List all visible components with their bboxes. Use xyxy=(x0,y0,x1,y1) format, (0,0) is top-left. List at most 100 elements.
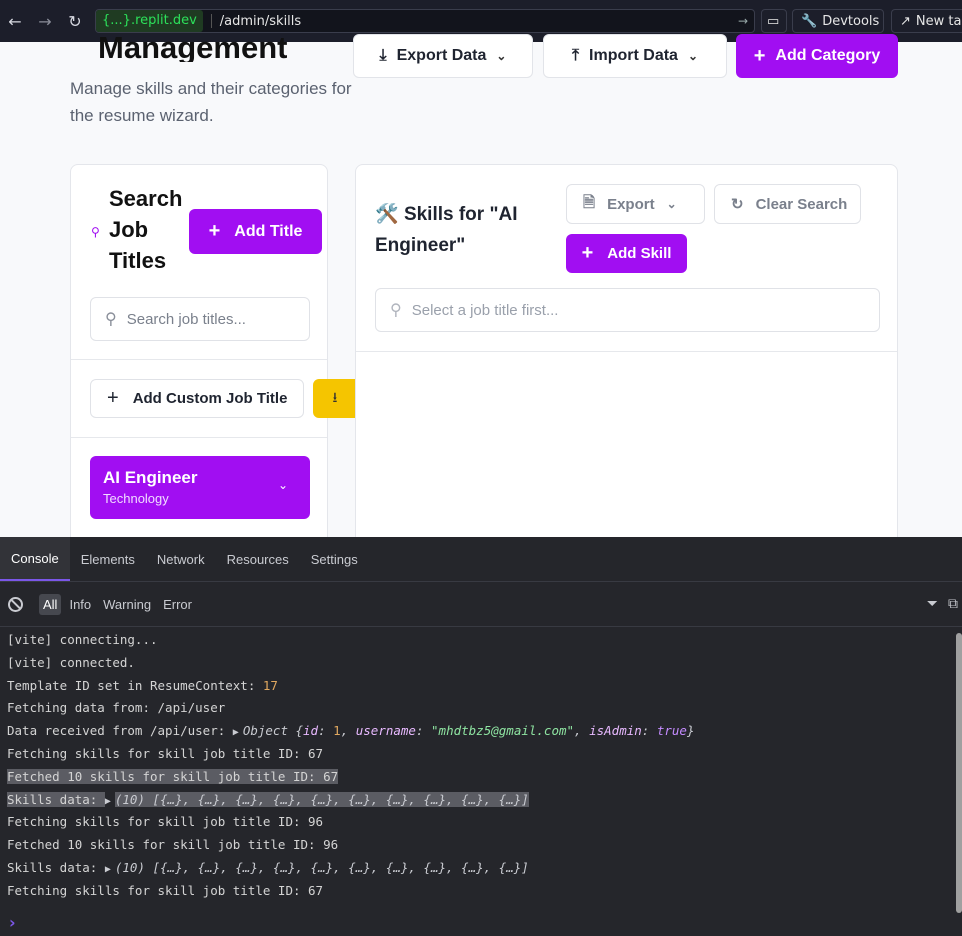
import-data-label: Import Data xyxy=(589,47,678,64)
console-array[interactable]: (10) [{…}, {…}, {…}, {…}, {…}, {…}, {…},… xyxy=(114,791,529,807)
export-data-button[interactable]: ⤓ Export Data ⌄ xyxy=(353,34,533,78)
copy-icon[interactable]: ⧉ xyxy=(948,596,958,612)
tab-console[interactable]: Console xyxy=(0,537,70,581)
skill-search-input[interactable]: ⚲ Select a job title first... xyxy=(375,288,880,332)
new-tab-label: New tab xyxy=(915,13,962,29)
external-link-icon: ↗ xyxy=(900,13,911,29)
devtools-button[interactable]: 🔧 Devtools xyxy=(792,9,884,33)
reload-icon[interactable]: ↻ xyxy=(60,0,90,42)
console-prompt-icon[interactable]: › xyxy=(9,913,16,932)
chevron-down-icon: ⌄ xyxy=(496,49,507,63)
add-category-button[interactable]: + Add Category xyxy=(736,34,898,78)
import-data-button[interactable]: ⤒ Import Data ⌄ xyxy=(543,34,727,78)
tab-resources[interactable]: Resources xyxy=(216,537,300,581)
console-text-highlighted: Fetched 10 skills for skill job title ID… xyxy=(7,768,339,784)
filter-warning[interactable]: Warning xyxy=(99,594,155,615)
new-tab-button[interactable]: ↗ New tab xyxy=(891,9,962,33)
console-text: Template ID set in ResumeContext: xyxy=(7,677,263,693)
clear-search-button[interactable]: ↻ Clear Search xyxy=(714,184,861,224)
job-title-item[interactable]: AI Engineer Technology ⌄ xyxy=(90,456,310,519)
monitor-icon[interactable]: ▭ xyxy=(761,9,787,33)
console-line: Template ID set in ResumeContext: 17 xyxy=(0,675,962,698)
object-value: "mhdtbz5@gmail.com" xyxy=(431,723,575,739)
object-value: 1 xyxy=(333,723,341,739)
chevron-down-icon[interactable]: ⌄ xyxy=(278,478,288,492)
export-label: Export xyxy=(607,195,655,213)
clear-console-icon[interactable] xyxy=(8,596,23,612)
expand-triangle-icon[interactable]: ▶ xyxy=(105,864,111,875)
console-scrollbar[interactable] xyxy=(956,633,962,913)
hammer-wrench-icon: 🛠️ xyxy=(375,204,404,225)
console-line: Fetching skills for skill job title ID: … xyxy=(7,814,324,830)
devtools-panel: Console Elements Network Resources Setti… xyxy=(0,537,962,936)
back-icon[interactable]: ← xyxy=(0,0,30,42)
object-colon: : xyxy=(415,723,432,739)
console-line: Skills data: ▶ (10) [{…}, {…}, {…}, {…}, … xyxy=(0,857,962,880)
console-number: 17 xyxy=(262,677,278,693)
object-comma: , xyxy=(340,723,356,739)
devtools-tabs: Console Elements Network Resources Setti… xyxy=(0,537,962,582)
console-line: Data received from /api/user: ▶ Object {i… xyxy=(0,720,962,743)
console-object[interactable]: Object { xyxy=(243,723,303,738)
object-colon: : xyxy=(641,723,657,739)
console-text: Data received from /api/user: xyxy=(7,723,233,739)
filter-error[interactable]: Error xyxy=(159,594,196,615)
object-close: } xyxy=(686,723,695,739)
console-line: [vite] connected. xyxy=(7,654,135,670)
import-icon[interactable]: ⭳ xyxy=(313,379,357,418)
job-title-search-input[interactable]: ⚲ Search job titles... xyxy=(90,297,310,341)
console-filter-bar: All Info Warning Error ⏷ ⧉ xyxy=(0,582,962,627)
console-line: [vite] connecting... xyxy=(7,632,158,647)
upload-icon: ⤒ xyxy=(571,47,580,64)
add-title-label: Add Title xyxy=(234,222,303,240)
tab-settings[interactable]: Settings xyxy=(300,537,369,581)
job-titles-panel: ⚲ Search Job Titles + Add Title ⚲ Search… xyxy=(70,164,357,564)
chevron-down-icon: ⌄ xyxy=(687,49,699,63)
skills-panel-title: 🛠️ Skills for "AI Engineer" xyxy=(375,199,565,261)
download-icon: ⤓ xyxy=(379,47,387,64)
console-line: Fetching data from: /api/user xyxy=(7,700,226,716)
object-key: id xyxy=(303,723,319,739)
add-skill-button[interactable]: + Add Skill xyxy=(566,234,687,273)
add-custom-job-title-button[interactable]: + Add Custom Job Title xyxy=(90,379,304,418)
console-text-highlighted: Skills data: xyxy=(7,791,105,807)
chevron-down-icon: ⌄ xyxy=(666,197,677,211)
console-line: Fetched 10 skills for skill job title ID… xyxy=(0,766,962,789)
refresh-icon: ↻ xyxy=(731,196,744,213)
tab-network[interactable]: Network xyxy=(146,537,216,581)
panel-title: Search Job Titles xyxy=(109,186,183,273)
expand-triangle-icon[interactable]: ▶ xyxy=(105,796,111,807)
forward-icon[interactable]: → xyxy=(30,0,60,42)
search-icon: ⚲ xyxy=(105,311,117,328)
plus-icon: + xyxy=(208,220,221,242)
console-text: Skills data: xyxy=(7,859,105,875)
add-skill-label: Add Skill xyxy=(607,245,672,262)
divider xyxy=(356,351,897,352)
console-array[interactable]: (10) [{…}, {…}, {…}, {…}, {…}, {…}, {…},… xyxy=(115,860,529,875)
plus-icon: + xyxy=(107,387,119,409)
add-custom-label: Add Custom Job Title xyxy=(132,390,288,407)
wrench-icon: 🔧 xyxy=(801,13,818,29)
divider xyxy=(71,359,327,360)
console-output: [vite] connecting... [vite] connected. T… xyxy=(0,627,962,903)
clear-search-label: Clear Search xyxy=(755,195,848,213)
arrow-right-icon[interactable]: → xyxy=(732,14,754,28)
filter-info[interactable]: Info xyxy=(65,594,95,615)
filter-all[interactable]: All xyxy=(39,593,62,615)
file-icon: 🗎 xyxy=(583,193,596,211)
divider xyxy=(71,437,327,438)
plus-icon: + xyxy=(753,44,766,67)
console-line: Fetched 10 skills for skill job title ID… xyxy=(7,837,339,853)
devtools-label: Devtools xyxy=(822,13,880,29)
object-key: username xyxy=(355,723,416,739)
expand-triangle-icon[interactable]: ▶ xyxy=(233,727,239,738)
object-colon: : xyxy=(318,723,334,739)
export-skills-button[interactable]: 🗎 Export ⌄ xyxy=(566,184,705,224)
object-value: true xyxy=(656,723,687,739)
funnel-icon[interactable]: ⏷ xyxy=(927,596,938,612)
add-title-button[interactable]: + Add Title xyxy=(189,209,322,254)
tab-elements[interactable]: Elements xyxy=(70,537,146,581)
url-path: /admin/skills xyxy=(219,13,302,29)
search-icon: ⚲ xyxy=(91,225,100,239)
object-comma: , xyxy=(574,723,590,739)
